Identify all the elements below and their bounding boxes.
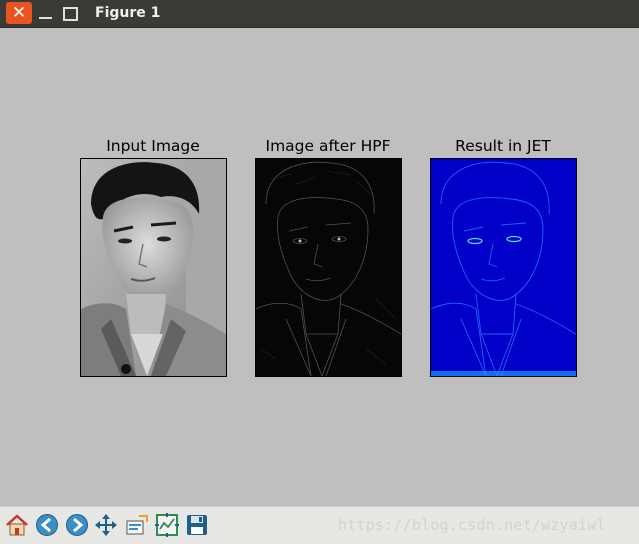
pan-arrows-icon	[95, 514, 117, 536]
back-button[interactable]	[34, 512, 60, 538]
subplots-icon	[155, 513, 179, 537]
save-button[interactable]	[184, 512, 210, 538]
back-arrow-icon	[36, 514, 58, 536]
zoom-rect-icon	[126, 515, 148, 535]
figure-canvas[interactable]: Input Image Image after HPF Result in JE…	[0, 28, 639, 508]
save-disk-icon	[187, 515, 207, 535]
home-icon	[6, 514, 28, 536]
input-image-portrait	[81, 159, 226, 376]
subplot-title-input: Input Image	[106, 137, 200, 155]
window-titlebar: ✕ Figure 1	[0, 0, 639, 28]
axes-input-image[interactable]	[80, 158, 227, 377]
jet-image-edges	[431, 159, 576, 376]
close-icon: ✕	[11, 3, 27, 23]
forward-button[interactable]	[64, 512, 90, 538]
subplot-title-jet: Result in JET	[455, 137, 551, 155]
maximize-button[interactable]	[63, 7, 78, 21]
navigation-toolbar: https://blog.csdn.net/wzyaiwl	[0, 506, 639, 544]
minimize-button[interactable]	[39, 4, 52, 22]
pan-button[interactable]	[93, 512, 119, 538]
axes-hpf-image[interactable]	[255, 158, 402, 377]
configure-subplots-button[interactable]	[154, 512, 180, 538]
close-button[interactable]: ✕	[6, 2, 32, 24]
watermark-text: https://blog.csdn.net/wzyaiwl	[338, 516, 606, 534]
zoom-button[interactable]	[124, 512, 150, 538]
hpf-image-edges	[256, 159, 401, 376]
window-title: Figure 1	[95, 5, 161, 21]
home-button[interactable]	[4, 512, 30, 538]
forward-arrow-icon	[66, 514, 88, 536]
axes-jet-image[interactable]	[430, 158, 577, 377]
subplot-title-hpf: Image after HPF	[265, 137, 391, 155]
